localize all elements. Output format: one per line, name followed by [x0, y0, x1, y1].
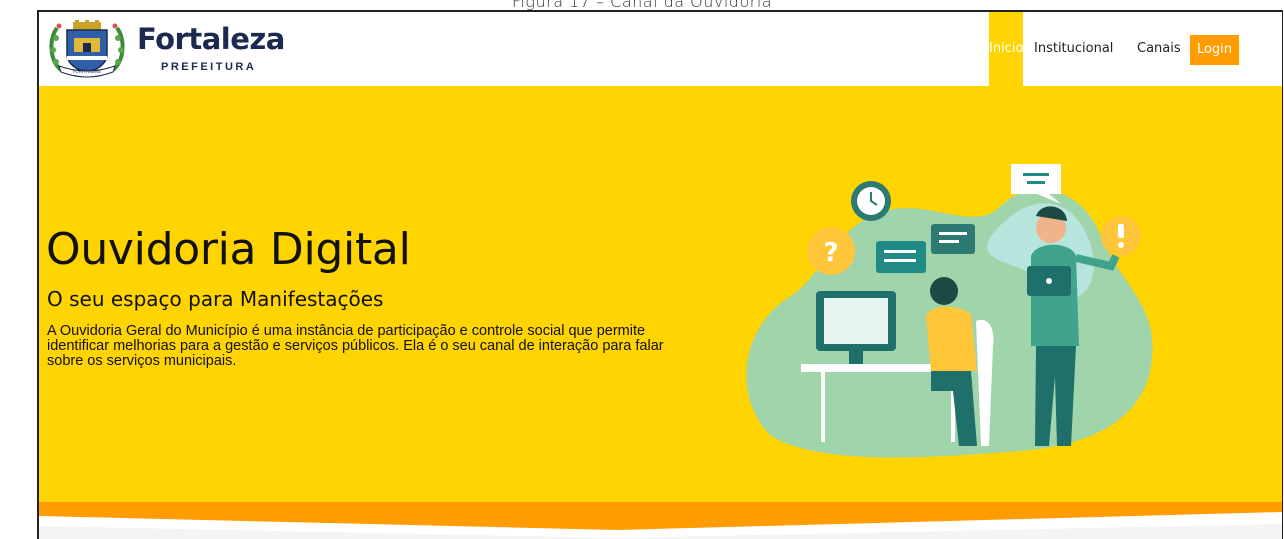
laptop-icon: [1027, 266, 1071, 296]
main-nav: Inicio Institucional Canais Login: [962, 12, 1282, 86]
nav-item-institucional[interactable]: Institucional: [1034, 12, 1113, 86]
hero-subtitle: O seu espaço para Manifestações: [47, 287, 384, 311]
bottom-wave-band: [39, 502, 1282, 539]
clock-icon: [851, 181, 891, 221]
figure-caption-text: Figura 17 – Canal da Ouvidoria: [511, 0, 773, 10]
brand-logo[interactable]: FORTITUDINE Fortaleza PREFEITURA: [47, 20, 307, 78]
top-navbar: FORTITUDINE Fortaleza PREFEITURA Inicio …: [39, 12, 1282, 86]
figure-caption: Figura 17 – Canal da Ouvidoria: [0, 0, 1284, 10]
svg-text:FORTITUDINE: FORTITUDINE: [73, 69, 101, 74]
browser-page: FORTITUDINE Fortaleza PREFEITURA Inicio …: [37, 10, 1283, 539]
brand-name: Fortaleza: [137, 22, 285, 56]
brand-subtitle: PREFEITURA: [161, 61, 257, 73]
svg-text:?: ?: [823, 238, 838, 268]
hero-illustration: ?: [746, 164, 1153, 458]
question-bubble-icon: ?: [807, 227, 855, 275]
exclamation-bubble-icon: [1101, 216, 1141, 256]
login-button[interactable]: Login: [1190, 35, 1239, 65]
hero-description: A Ouvidoria Geral do Município é uma ins…: [47, 323, 664, 369]
coat-of-arms-icon: FORTITUDINE: [49, 20, 125, 78]
nav-item-canais[interactable]: Canais: [1137, 12, 1181, 86]
nav-item-inicio[interactable]: Inicio: [989, 12, 1023, 86]
hero-title: Ouvidoria Digital: [46, 224, 411, 275]
